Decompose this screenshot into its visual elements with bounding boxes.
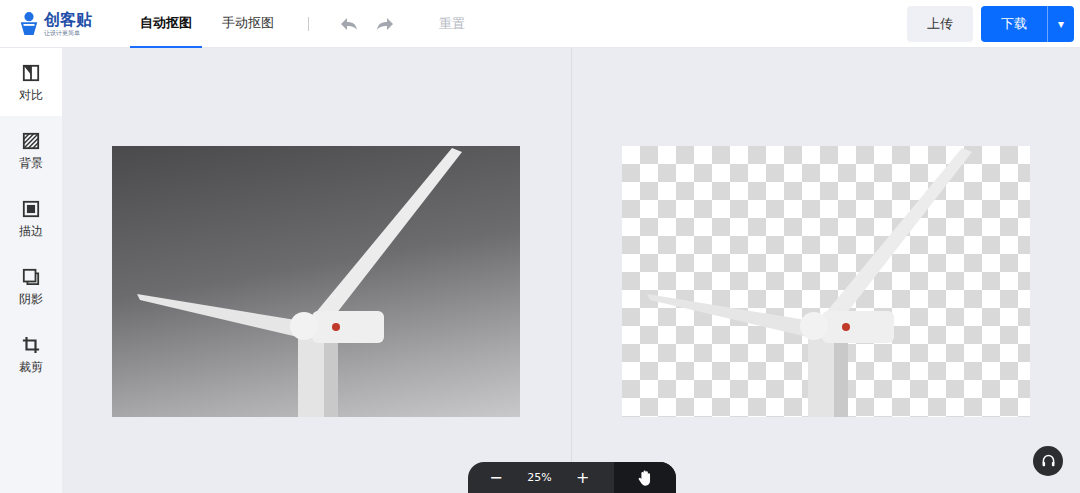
top-bar: 创客贴 让设计更简单 自动抠图手动抠图 重置 上传 下载 ▾ <box>0 0 1080 48</box>
zoom-in-button[interactable]: + <box>569 468 597 487</box>
mode-tab[interactable]: 手动抠图 <box>212 0 284 48</box>
wind-turbine <box>622 146 1030 417</box>
headset-icon <box>1040 453 1057 470</box>
redo-icon <box>375 16 395 32</box>
redo-button[interactable] <box>367 9 403 39</box>
canvas: − 25% + <box>62 48 1080 493</box>
undo-button[interactable] <box>331 9 367 39</box>
sidebar-item[interactable]: 裁剪 <box>0 320 62 388</box>
support-button[interactable] <box>1033 446 1063 476</box>
logo[interactable]: 创客贴 让设计更简单 <box>18 11 130 37</box>
logo-icon <box>18 11 40 37</box>
original-photo <box>112 146 520 417</box>
sidebar: 对比 背景 描边 阴影 裁剪 <box>0 48 62 493</box>
cutout-editor: 创客贴 让设计更简单 自动抠图手动抠图 重置 上传 下载 ▾ 对比 背景 描边 … <box>0 0 1080 493</box>
zoom-value: 25% <box>527 471 551 484</box>
reset-button[interactable]: 重置 <box>433 11 471 37</box>
cutout-result <box>622 146 1030 417</box>
stroke-icon <box>22 200 40 218</box>
logo-tagline: 让设计更简单 <box>44 30 92 36</box>
crop-icon <box>22 336 40 354</box>
result-pane <box>572 48 1080 493</box>
mode-tabs: 自动抠图手动抠图 <box>130 0 284 48</box>
sidebar-item[interactable]: 阴影 <box>0 252 62 320</box>
zoom-out-button[interactable]: − <box>482 468 510 487</box>
download-button[interactable]: 下载 <box>981 6 1047 42</box>
sidebar-item[interactable]: 描边 <box>0 184 62 252</box>
undo-icon <box>339 16 359 32</box>
logo-name: 创客贴 <box>44 12 92 28</box>
sidebar-item[interactable]: 背景 <box>0 116 62 184</box>
compare-icon <box>22 64 40 82</box>
original-pane <box>62 48 572 493</box>
download-menu-button[interactable]: ▾ <box>1047 6 1074 42</box>
download-button-group: 下载 ▾ <box>981 6 1074 42</box>
shadow-icon <box>22 268 40 286</box>
zoom-bar: − 25% + <box>468 462 676 493</box>
hand-icon <box>636 469 654 487</box>
toolbar-divider <box>308 17 309 31</box>
background-icon <box>22 132 40 150</box>
wind-turbine <box>112 146 520 417</box>
mode-tab[interactable]: 自动抠图 <box>130 0 202 48</box>
upload-button[interactable]: 上传 <box>907 6 973 42</box>
sidebar-item[interactable]: 对比 <box>0 48 62 116</box>
hand-tool-button[interactable] <box>614 462 676 493</box>
